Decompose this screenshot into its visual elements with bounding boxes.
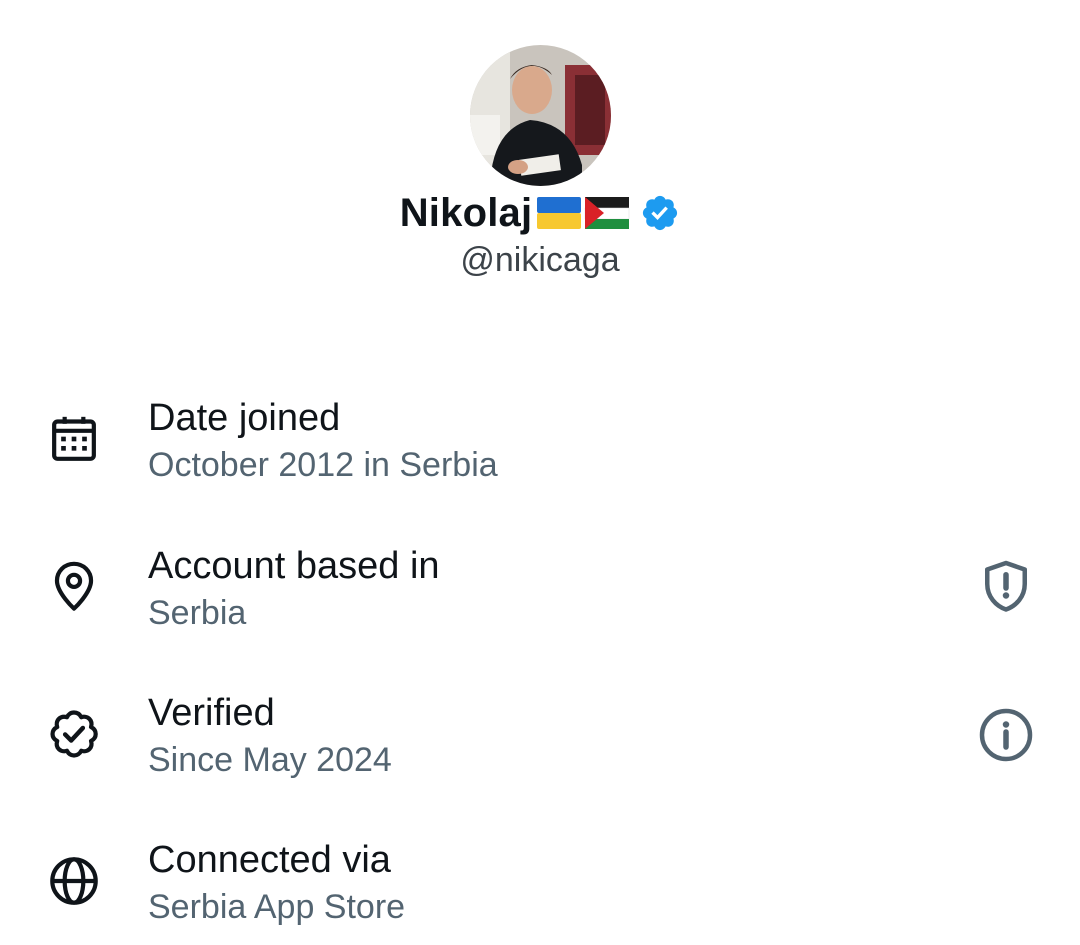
row-title: Verified <box>148 692 275 734</box>
display-name: Nikolaj <box>399 191 533 235</box>
row-verified: Verified Since May 2024 <box>0 675 1080 795</box>
row-date-joined: Date joined October 2012 in Serbia <box>0 380 1080 500</box>
row-account-based-in: Account based in Serbia <box>0 528 1080 648</box>
name-row: Nikolaj <box>0 188 1080 238</box>
info-icon[interactable] <box>976 705 1036 765</box>
verified-badge-icon[interactable] <box>640 193 680 233</box>
verified-check-icon <box>46 706 102 762</box>
row-subtitle: Serbia <box>148 594 247 632</box>
ukraine-flag-icon <box>536 196 582 230</box>
shield-alert-icon[interactable] <box>976 556 1036 616</box>
row-title: Account based in <box>148 545 440 587</box>
row-subtitle: October 2012 in Serbia <box>148 446 498 484</box>
row-subtitle: Serbia App Store <box>148 888 406 926</box>
row-title: Connected via <box>148 839 391 881</box>
flag-emojis <box>536 196 630 230</box>
row-title: Date joined <box>148 397 341 439</box>
profile-header: Nikolaj @nikicaga <box>0 0 1080 300</box>
row-connected-via: Connected via Serbia App Store <box>0 822 1080 942</box>
calendar-icon <box>46 411 102 467</box>
location-pin-icon <box>46 558 102 614</box>
palestine-flag-icon <box>584 196 630 230</box>
row-subtitle: Since May 2024 <box>148 741 392 779</box>
avatar[interactable] <box>470 45 611 186</box>
globe-icon <box>46 853 102 909</box>
profile-handle: @nikicaga <box>460 241 620 279</box>
